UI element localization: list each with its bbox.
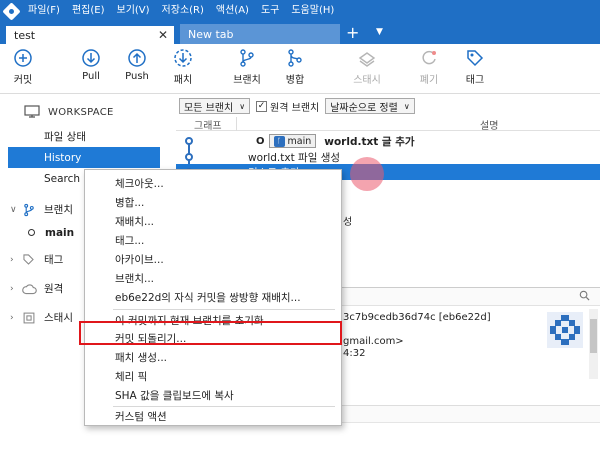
revert-commit-highlight-box xyxy=(79,321,342,345)
partial-commit-text: 성 xyxy=(343,217,353,228)
menu-bar: 파일(F) 편집(E) 보기(V) 저장소(R) 액션(A) 도구 도움말(H) xyxy=(0,0,600,22)
branch-icon xyxy=(237,48,257,68)
menu-file[interactable]: 파일(F) xyxy=(22,0,66,22)
fetch-button[interactable]: 패치 xyxy=(158,48,208,92)
monitor-icon xyxy=(24,104,40,121)
plus-icon[interactable]: + xyxy=(346,23,359,42)
arrow-down-circle-icon xyxy=(81,48,101,68)
close-icon[interactable]: ✕ xyxy=(158,28,168,42)
graph-column-header[interactable]: 그래프 xyxy=(194,117,222,132)
chevron-down-icon: ∨ xyxy=(239,101,246,111)
branch-icon xyxy=(22,203,40,217)
tab-bar: test ✕ New tab + ▼ xyxy=(0,22,600,44)
tab-label: test xyxy=(14,28,36,42)
filter-bar: 모든 브랜치 ∨ ✓ 원격 브랜치 날짜순으로 정렬 ∨ xyxy=(176,95,600,117)
sort-select[interactable]: 날짜순으로 정렬 ∨ xyxy=(325,98,415,114)
menu-item-merge[interactable]: 병합... xyxy=(85,193,341,211)
current-branch-marker-icon xyxy=(28,229,35,236)
merge-button[interactable]: 병합 xyxy=(270,48,320,92)
commit-row[interactable]: O ᚴ main world.txt 글 추가 xyxy=(176,133,600,149)
commit-hash: 3c7b9cedb36d74c [eb6e22d] xyxy=(343,312,491,323)
workspace-header: WORKSPACE xyxy=(0,102,176,123)
commit-message: world.txt 파일 생성 xyxy=(248,151,341,164)
menu-item-checkout[interactable]: 체크아웃... xyxy=(85,174,341,192)
description-column-header[interactable]: 설명 xyxy=(480,117,498,132)
menu-help[interactable]: 도움말(H) xyxy=(285,0,340,22)
menu-edit[interactable]: 편집(E) xyxy=(66,0,111,22)
remote-branches-checkbox[interactable]: ✓ 원격 브랜치 xyxy=(256,99,319,114)
menu-item-rebase[interactable]: 재배치... xyxy=(85,212,341,230)
menu-item-interactive-rebase[interactable]: eb6e22d의 자식 커밋을 쌍방향 재배치... xyxy=(85,288,341,306)
tag-button[interactable]: 태그 xyxy=(450,48,500,92)
toolbar: 커밋 Pull Push 패치 브랜치 병합 스태시 폐기 태그 xyxy=(0,44,600,94)
chevron-down-icon: ∨ xyxy=(403,101,410,111)
fetch-dashed-circle-icon xyxy=(173,48,193,68)
menu-view[interactable]: 보기(V) xyxy=(111,0,156,22)
pull-button[interactable]: Pull xyxy=(66,48,116,92)
branch-button[interactable]: 브랜치 xyxy=(222,48,272,92)
check-icon[interactable]: ✓ xyxy=(256,100,268,112)
menu-item-tag[interactable]: 태그... xyxy=(85,231,341,249)
chevron-down-icon[interactable]: ▼ xyxy=(376,27,383,37)
commit-node-icon xyxy=(185,153,193,161)
merge-icon xyxy=(285,48,305,68)
column-header: 그래프 설명 xyxy=(176,117,600,132)
discard-icon xyxy=(419,48,439,68)
tab-label: New tab xyxy=(188,27,234,41)
commit-row[interactable]: world.txt 파일 생성 xyxy=(176,149,600,165)
tag-icon xyxy=(22,253,40,266)
menu-item-cherry-pick[interactable]: 체리 픽 xyxy=(85,367,341,385)
menu-item-custom-actions[interactable]: 커스텀 액션 xyxy=(85,407,341,425)
branch-filter-select[interactable]: 모든 브랜치 ∨ xyxy=(179,98,251,114)
discard-button[interactable]: 폐기 xyxy=(404,48,454,92)
search-icon[interactable] xyxy=(579,290,590,304)
menu-item-create-patch[interactable]: 패치 생성... xyxy=(85,348,341,366)
sourcetree-logo-icon xyxy=(0,0,22,22)
commit-plus-icon xyxy=(13,48,33,68)
chevron-right-icon[interactable]: › xyxy=(10,284,22,294)
menu-repository[interactable]: 저장소(R) xyxy=(156,0,210,22)
stash-button[interactable]: 스태시 xyxy=(342,48,392,92)
tab-new[interactable]: New tab xyxy=(180,24,340,44)
stash-icon xyxy=(357,48,377,68)
stash-icon xyxy=(22,311,40,325)
sidebar-item-file-status[interactable]: 파일 상태 xyxy=(0,126,176,147)
tag-icon xyxy=(465,48,485,68)
commit-context-menu: 체크아웃... 병합... 재배치... 태그... 아카이브... 브랜치..… xyxy=(84,169,342,426)
cloud-icon xyxy=(22,283,40,295)
menu-item-branch[interactable]: 브랜치... xyxy=(85,269,341,287)
branch-badge: ᚴ main xyxy=(268,134,317,148)
author-email: gmail.com> xyxy=(343,336,404,347)
commit-time: 4:32 xyxy=(343,348,366,359)
push-button[interactable]: Push xyxy=(112,48,162,92)
commit-node-icon xyxy=(185,137,193,145)
menu-item-archive[interactable]: 아카이브... xyxy=(85,250,341,268)
arrow-up-circle-icon xyxy=(127,48,147,68)
detail-scrollbar[interactable] xyxy=(589,309,598,379)
commit-message: world.txt 글 추가 xyxy=(324,135,415,148)
chevron-down-icon[interactable]: ∨ xyxy=(10,205,22,215)
click-indicator xyxy=(350,157,384,191)
chevron-right-icon[interactable]: › xyxy=(10,313,22,323)
menu-tools[interactable]: 도구 xyxy=(255,0,285,22)
head-marker-icon: O xyxy=(256,135,265,147)
commit-button[interactable]: 커밋 xyxy=(0,48,48,92)
chevron-right-icon[interactable]: › xyxy=(10,255,22,265)
sidebar-item-history[interactable]: History xyxy=(8,147,160,168)
tab-test[interactable]: test ✕ xyxy=(6,24,174,44)
menu-item-copy-sha[interactable]: SHA 값을 클립보드에 복사 xyxy=(85,386,341,404)
menu-separator xyxy=(113,309,335,310)
avatar xyxy=(547,312,583,348)
branch-icon: ᚴ xyxy=(273,135,285,147)
menu-actions[interactable]: 액션(A) xyxy=(210,0,255,22)
